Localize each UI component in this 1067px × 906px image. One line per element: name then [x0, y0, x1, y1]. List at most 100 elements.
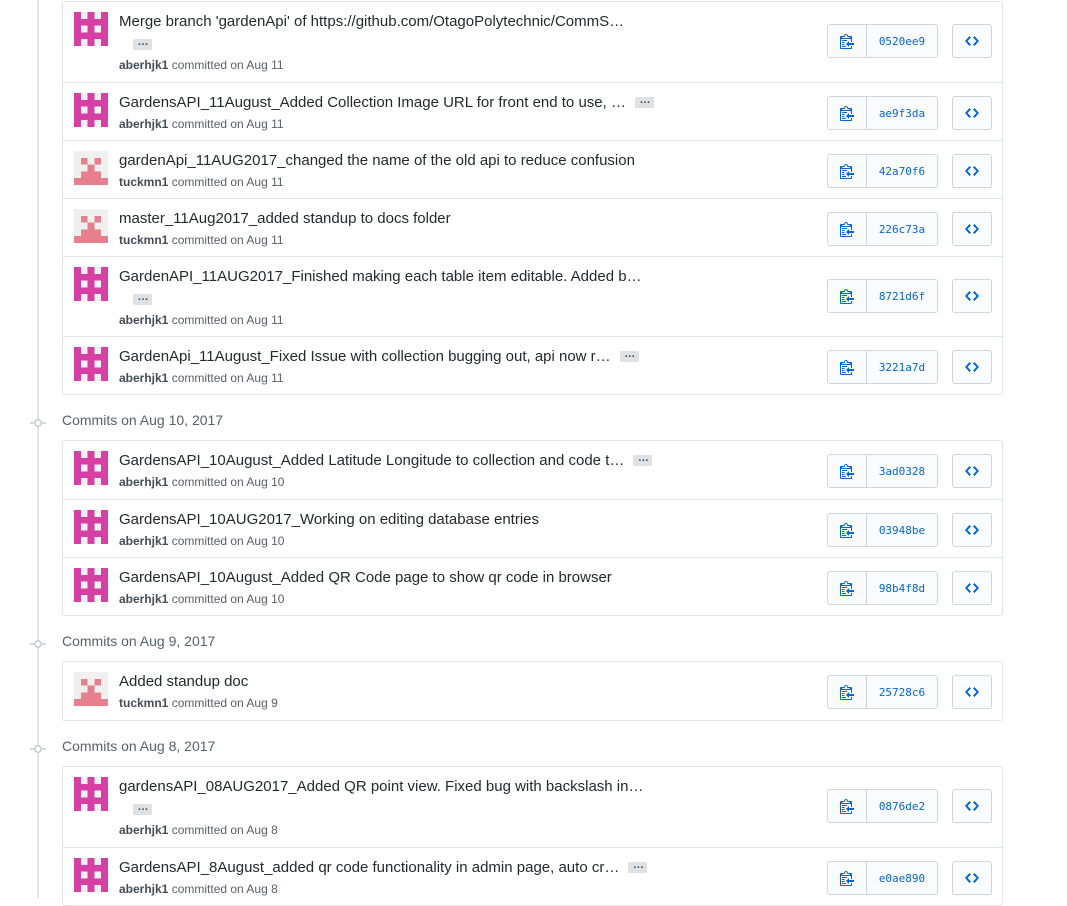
- copy-sha-button[interactable]: [828, 155, 867, 187]
- commit-meta: aberhjk1 committed on Aug 11: [119, 371, 284, 385]
- ellipsis-expander-button[interactable]: …: [633, 452, 653, 466]
- copy-sha-button[interactable]: [828, 213, 867, 245]
- commit-author-link[interactable]: aberhjk1: [119, 371, 168, 385]
- commit-message-link[interactable]: GardensAPI_11August_Added Collection Ima…: [119, 94, 626, 111]
- ellipsis-expander-button[interactable]: …: [634, 94, 654, 108]
- commit-sha-link[interactable]: 226c73a: [867, 213, 937, 245]
- browse-repo-button[interactable]: [952, 212, 992, 246]
- avatar[interactable]: [74, 568, 108, 602]
- avatar[interactable]: [74, 151, 108, 185]
- commit-author-link[interactable]: aberhjk1: [119, 58, 168, 72]
- commit-meta: aberhjk1 committed on Aug 8: [119, 882, 278, 896]
- commit-message-link[interactable]: gardensAPI_08AUG2017_Added QR point view…: [119, 778, 643, 795]
- commit-author-link[interactable]: aberhjk1: [119, 313, 168, 327]
- avatar[interactable]: [74, 510, 108, 544]
- browse-repo-button[interactable]: [952, 789, 992, 823]
- sha-button-group: e0ae890: [827, 861, 938, 895]
- commit-meta: aberhjk1 committed on Aug 8: [119, 823, 278, 837]
- commit-sha-link[interactable]: 8721d6f: [867, 280, 937, 312]
- copy-sha-button[interactable]: [828, 280, 867, 312]
- commit-sha-link[interactable]: 3221a7d: [867, 351, 937, 383]
- commit-date: committed on Aug 11: [171, 117, 284, 131]
- commit-author-link[interactable]: aberhjk1: [119, 592, 168, 606]
- sha-button-group: 03948be: [827, 513, 938, 547]
- browse-repo-button[interactable]: [952, 571, 992, 605]
- browse-repo-button[interactable]: [952, 861, 992, 895]
- code-icon: [965, 288, 979, 304]
- commit-date: committed on Aug 11: [171, 58, 284, 72]
- commit-author-link[interactable]: aberhjk1: [119, 823, 168, 837]
- commit-author-link[interactable]: tuckmn1: [119, 233, 168, 247]
- commit-author-link[interactable]: tuckmn1: [119, 175, 168, 189]
- commit-sha-link[interactable]: 3ad0328: [867, 455, 937, 487]
- browse-repo-button[interactable]: [952, 350, 992, 384]
- commit-message-link[interactable]: GardensAPI_10AUG2017_Working on editing …: [119, 511, 539, 528]
- commit-author-link[interactable]: aberhjk1: [119, 882, 168, 896]
- browse-repo-button[interactable]: [952, 513, 992, 547]
- avatar[interactable]: [74, 267, 108, 301]
- copy-sha-button[interactable]: [828, 676, 867, 708]
- commit-row: gardenApi_11AUG2017_changed the name of …: [63, 140, 1002, 198]
- commit-message-link[interactable]: GardensAPI_8August_added qr code functio…: [119, 859, 619, 876]
- commit-message-link[interactable]: Added standup doc: [119, 673, 248, 690]
- copy-sha-button[interactable]: [828, 790, 867, 822]
- commit-message-link[interactable]: GardensAPI_10August_Added Latitude Longi…: [119, 452, 624, 469]
- commit-row: GardensAPI_8August_added qr code functio…: [63, 847, 1002, 905]
- commit-author-link[interactable]: aberhjk1: [119, 475, 168, 489]
- commit-sha-link[interactable]: 0520ee9: [867, 25, 937, 57]
- browse-repo-button[interactable]: [952, 454, 992, 488]
- commit-row: Merge branch 'gardenApi' of https://gith…: [63, 2, 1002, 82]
- commit-sha-link[interactable]: 0876de2: [867, 790, 937, 822]
- avatar[interactable]: [74, 451, 108, 485]
- copy-sha-button[interactable]: [828, 455, 867, 487]
- commit-meta: aberhjk1 committed on Aug 10: [119, 534, 284, 548]
- browse-repo-button[interactable]: [952, 279, 992, 313]
- commit-sha-link[interactable]: 42a70f6: [867, 155, 937, 187]
- copy-sha-button[interactable]: [828, 514, 867, 546]
- commit-message-link[interactable]: GardenApi_11August_Fixed Issue with coll…: [119, 348, 611, 365]
- copy-sha-button[interactable]: [828, 25, 867, 57]
- code-icon: [965, 463, 979, 479]
- commit-author-link[interactable]: aberhjk1: [119, 117, 168, 131]
- ellipsis-expander-button[interactable]: …: [628, 859, 648, 873]
- ellipsis-expander-button[interactable]: …: [133, 802, 152, 815]
- commit-sha-link[interactable]: e0ae890: [867, 862, 937, 894]
- commit-author-link[interactable]: aberhjk1: [119, 534, 168, 548]
- commit-meta: tuckmn1 committed on Aug 9: [119, 696, 278, 710]
- copy-sha-button[interactable]: [828, 862, 867, 894]
- copy-sha-button[interactable]: [828, 572, 867, 604]
- commit-sha-link[interactable]: 98b4f8d: [867, 572, 937, 604]
- ellipsis-expander-button[interactable]: …: [133, 37, 152, 50]
- commit-sha-link[interactable]: ae9f3da: [867, 97, 937, 129]
- commit-message-link[interactable]: GardensAPI_10August_Added QR Code page t…: [119, 569, 612, 586]
- copy-sha-button[interactable]: [828, 97, 867, 129]
- sha-button-group: 226c73a: [827, 212, 938, 246]
- commit-sha-link[interactable]: 03948be: [867, 514, 937, 546]
- copy-sha-button[interactable]: [828, 351, 867, 383]
- avatar[interactable]: [74, 93, 108, 127]
- browse-repo-button[interactable]: [952, 96, 992, 130]
- clipboard-icon: [840, 163, 854, 179]
- commit-message-link[interactable]: Merge branch 'gardenApi' of https://gith…: [119, 13, 624, 30]
- commit-message-link[interactable]: GardenAPI_11AUG2017_Finished making each…: [119, 268, 642, 285]
- avatar[interactable]: [74, 672, 108, 706]
- ellipsis-expander-button[interactable]: …: [619, 348, 639, 362]
- ellipsis-expander-button[interactable]: …: [133, 292, 152, 305]
- commit-message-link[interactable]: gardenApi_11AUG2017_changed the name of …: [119, 152, 635, 169]
- code-icon: [965, 522, 979, 538]
- avatar[interactable]: [74, 209, 108, 243]
- commit-row: Added standup doc tuckmn1 committed on Au…: [63, 662, 1002, 720]
- avatar[interactable]: [74, 12, 108, 46]
- commit-sha-link[interactable]: 25728c6: [867, 676, 937, 708]
- commit-message-link[interactable]: master_11Aug2017_added standup to docs f…: [119, 210, 451, 227]
- commit-date: committed on Aug 11: [171, 175, 284, 189]
- commit-message-line: GardenAPI_11AUG2017_Finished making each…: [119, 268, 642, 285]
- browse-repo-button[interactable]: [952, 675, 992, 709]
- commit-message-line: GardensAPI_10August_Added QR Code page t…: [119, 569, 612, 586]
- avatar[interactable]: [74, 347, 108, 381]
- browse-repo-button[interactable]: [952, 24, 992, 58]
- avatar[interactable]: [74, 858, 108, 892]
- commit-author-link[interactable]: tuckmn1: [119, 696, 168, 710]
- browse-repo-button[interactable]: [952, 154, 992, 188]
- avatar[interactable]: [74, 777, 108, 811]
